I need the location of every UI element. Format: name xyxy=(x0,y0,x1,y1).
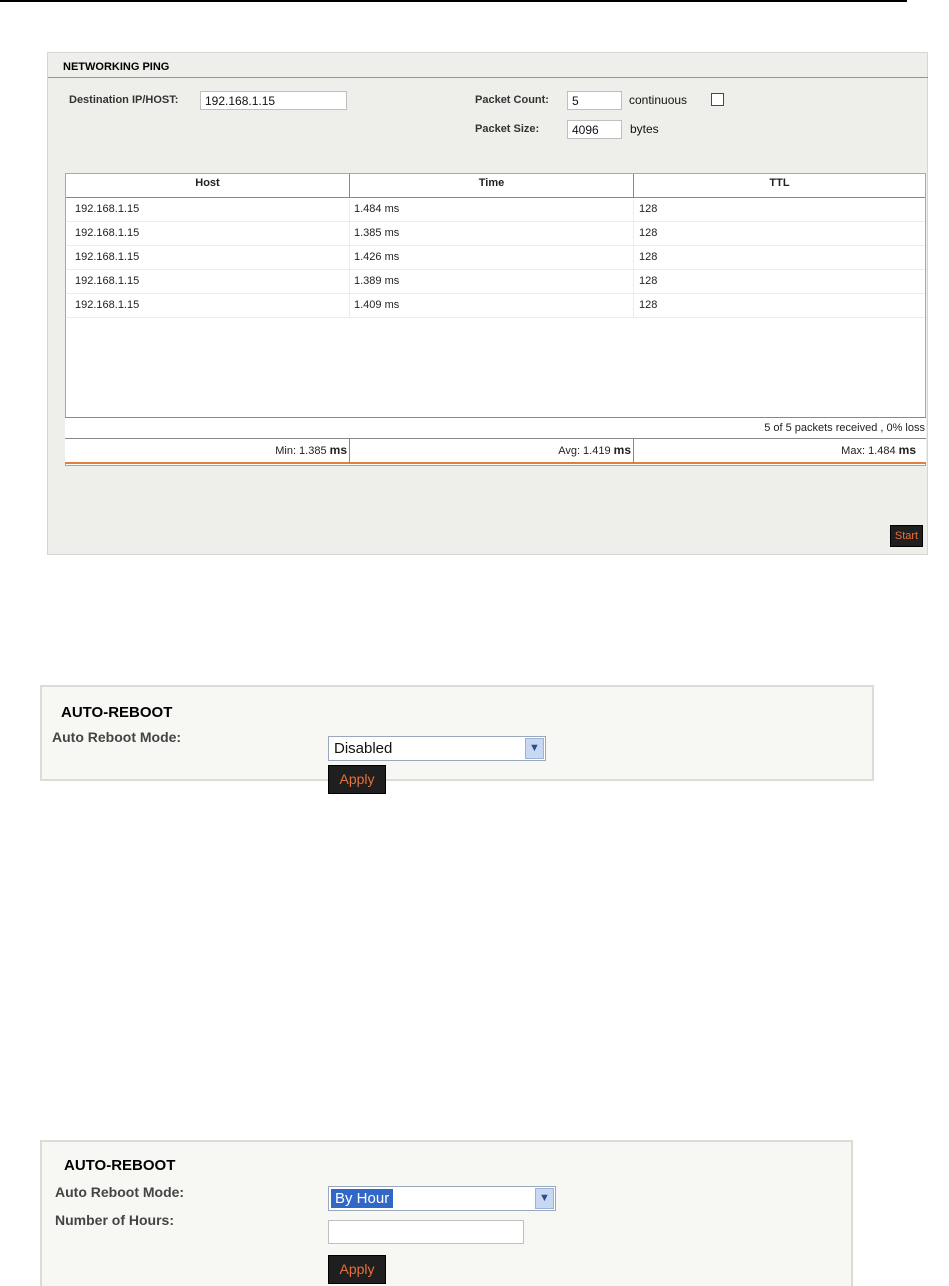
auto-reboot-mode-select[interactable]: By Hour ▼ xyxy=(328,1186,556,1211)
apply-button[interactable]: Apply xyxy=(328,1255,386,1284)
table-row: 192.168.1.15 1.426 ms 128 xyxy=(66,246,925,270)
continuous-checkbox[interactable] xyxy=(711,93,724,106)
host-cell: 192.168.1.15 xyxy=(75,275,140,287)
avg-value: Avg: 1.419 xyxy=(558,445,611,457)
destination-input[interactable] xyxy=(200,91,347,110)
continuous-label: continuous xyxy=(629,93,688,107)
auto-reboot-panel-by-hour: AUTO-REBOOT Auto Reboot Mode: By Hour ▼ … xyxy=(40,1140,853,1286)
packet-size-input[interactable] xyxy=(567,120,622,139)
chevron-down-icon[interactable]: ▼ xyxy=(535,1188,554,1209)
packet-count-input[interactable] xyxy=(567,91,622,110)
destination-label: Destination IP/HOST: xyxy=(69,94,179,106)
host-cell: 192.168.1.15 xyxy=(75,299,140,311)
table-row: 192.168.1.15 1.385 ms 128 xyxy=(66,222,925,246)
max-value: Max: 1.484 xyxy=(841,445,896,457)
host-cell: 192.168.1.15 xyxy=(75,251,140,263)
select-value: By Hour xyxy=(331,1189,394,1208)
packet-count-label: Packet Count: xyxy=(475,94,549,106)
ttl-cell: 128 xyxy=(639,227,658,239)
panel-title: NETWORKING PING xyxy=(63,61,170,73)
packet-size-unit: bytes xyxy=(630,122,659,136)
auto-reboot-mode-select[interactable]: Disabled ▼ xyxy=(328,736,546,761)
column-header-ttl: TTL xyxy=(634,174,925,198)
column-header-time: Time xyxy=(350,174,633,198)
ping-stats: Min: 1.385 ms Avg: 1.419 ms Max: 1.484 m… xyxy=(65,438,926,464)
chevron-down-icon[interactable]: ▼ xyxy=(525,738,544,759)
min-stat: Min: 1.385 ms xyxy=(65,439,349,462)
auto-reboot-panel-disabled: AUTO-REBOOT Auto Reboot Mode: Disabled ▼… xyxy=(40,685,874,794)
host-cell: 192.168.1.15 xyxy=(75,227,140,239)
time-cell: 1.484 ms xyxy=(354,203,400,215)
max-unit: ms xyxy=(898,443,916,457)
apply-button[interactable]: Apply xyxy=(328,765,386,794)
ttl-cell: 128 xyxy=(639,275,658,287)
time-cell: 1.385 ms xyxy=(354,227,400,239)
number-of-hours-label: Number of Hours: xyxy=(55,1212,174,1228)
networking-ping-panel: NETWORKING PING Destination IP/HOST: Pac… xyxy=(47,52,928,555)
max-stat: Max: 1.484 ms xyxy=(634,439,918,462)
time-cell: 1.389 ms xyxy=(354,275,400,287)
ttl-cell: 128 xyxy=(639,251,658,263)
auto-reboot-mode-label: Auto Reboot Mode: xyxy=(52,729,182,745)
page-top-rule xyxy=(0,0,907,2)
table-row: 192.168.1.15 1.484 ms 128 xyxy=(66,198,925,222)
table-row: 192.168.1.15 1.389 ms 128 xyxy=(66,270,925,294)
host-cell: 192.168.1.15 xyxy=(75,203,140,215)
packet-size-label: Packet Size: xyxy=(475,123,540,135)
min-value: Min: 1.385 xyxy=(275,445,327,457)
avg-unit: ms xyxy=(613,443,631,457)
select-value: Disabled xyxy=(334,740,393,757)
ttl-cell: 128 xyxy=(639,299,658,311)
start-button[interactable]: Start xyxy=(890,525,923,547)
table-row: 192.168.1.15 1.409 ms 128 xyxy=(66,294,925,318)
panel-title: AUTO-REBOOT xyxy=(64,1157,176,1174)
time-cell: 1.426 ms xyxy=(354,251,400,263)
min-unit: ms xyxy=(329,443,347,457)
time-cell: 1.409 ms xyxy=(354,299,400,311)
panel-title: AUTO-REBOOT xyxy=(61,704,173,721)
title-divider xyxy=(48,77,928,78)
table-header: Host Time TTL xyxy=(66,174,925,198)
auto-reboot-mode-label: Auto Reboot Mode: xyxy=(55,1184,185,1200)
ttl-cell: 128 xyxy=(639,203,658,215)
column-header-host: Host xyxy=(66,174,349,198)
ping-summary: 5 of 5 packets received , 0% loss xyxy=(65,417,926,438)
number-of-hours-input[interactable] xyxy=(328,1220,524,1244)
avg-stat: Avg: 1.419 ms xyxy=(350,439,633,462)
